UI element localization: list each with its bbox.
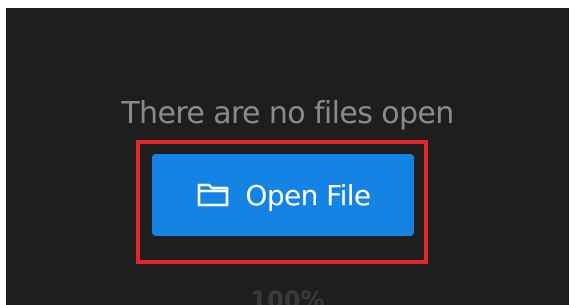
no-files-open-message: There are no files open bbox=[121, 96, 454, 131]
open-file-button-label: Open File bbox=[245, 178, 371, 212]
zoom-level-readout: 100% bbox=[250, 286, 325, 305]
open-file-button[interactable]: Open File bbox=[152, 154, 414, 236]
folder-icon bbox=[195, 181, 231, 209]
editor-empty-state-panel: There are no files open Open File 100% bbox=[6, 8, 569, 305]
screenshot-frame: There are no files open Open File 100% bbox=[0, 0, 575, 305]
